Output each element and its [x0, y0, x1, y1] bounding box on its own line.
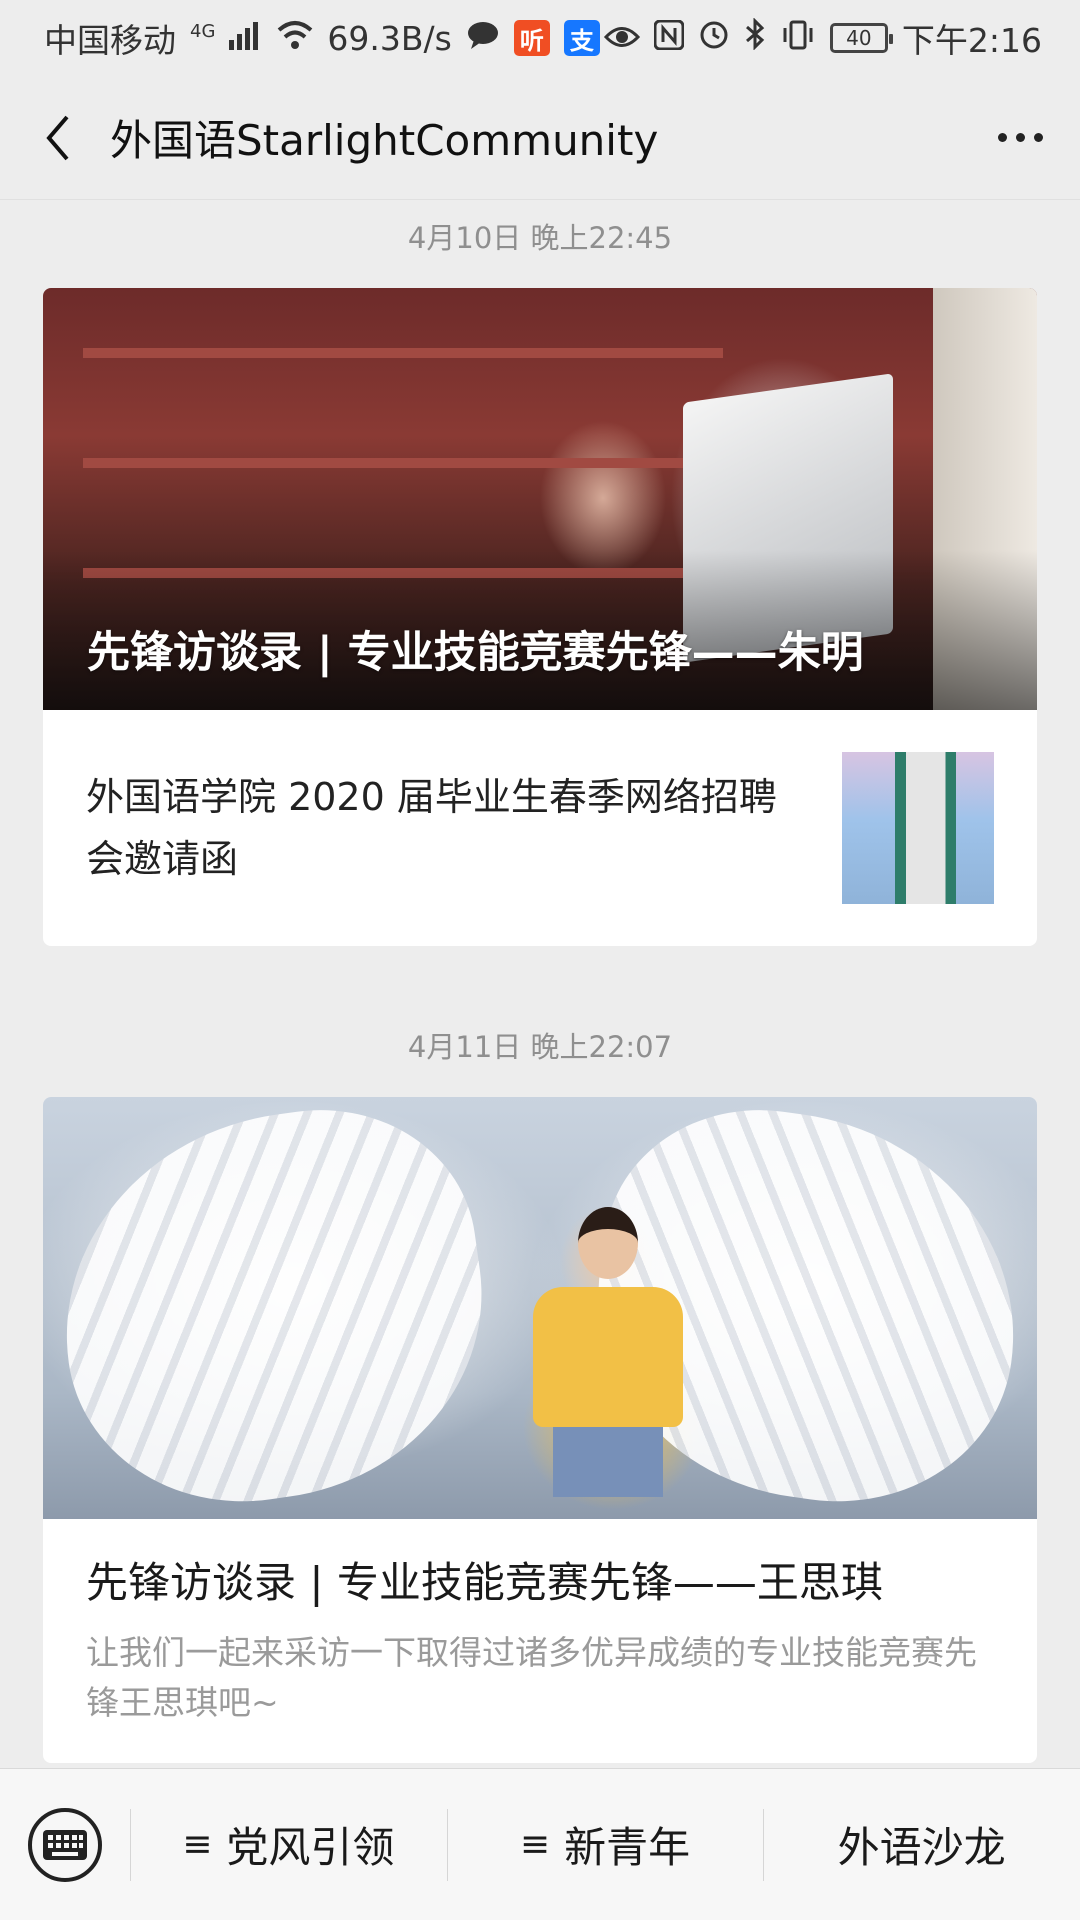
menu-item-foreign-salon[interactable]: 外语沙龙 — [763, 1769, 1080, 1920]
article-card-single[interactable]: 先锋访谈录 | 专业技能竞赛先锋——王思琪 让我们一起来采访一下取得过诸多优异成… — [43, 1097, 1037, 1763]
nfc-icon — [653, 19, 685, 58]
keyboard-icon — [28, 1807, 102, 1882]
more-options-icon[interactable] — [990, 108, 1050, 168]
network-speed-label: 69.3B/s — [327, 18, 452, 58]
wifi-icon — [277, 19, 313, 58]
message-timestamp: 4月10日 晚上22:45 — [407, 221, 673, 255]
menu-item-new-youth[interactable]: ≡ 新青年 — [446, 1769, 764, 1920]
chat-bubble-icon — [466, 19, 500, 58]
eye-icon — [603, 19, 640, 58]
keyboard-toggle-button[interactable] — [0, 1769, 130, 1920]
message-timestamp: 4月11日 晚上22:07 — [407, 1030, 673, 1064]
alarm-icon — [698, 18, 730, 58]
nav-bar: 外国语StarlightCommunity — [0, 76, 1080, 200]
article-title: 先锋访谈录 | 专业技能竞赛先锋——王思琪 — [86, 1558, 883, 1607]
app-badge-alipay-icon: 支 — [563, 20, 600, 56]
menu-item-label: 党风引领 — [226, 1823, 395, 1872]
article-cover-image[interactable]: 先锋访谈录 | 专业技能竞赛先锋——朱明 — [43, 288, 1037, 710]
menu-item-party-style[interactable]: ≡ 党风引领 — [130, 1769, 447, 1920]
status-right: 40 下午2:16 — [603, 14, 1042, 62]
menu-item-label: 新青年 — [564, 1823, 691, 1872]
carrier-label: 中国移动 — [44, 21, 176, 60]
article-sub-item[interactable]: 外国语学院 2020 届毕业生春季网络招聘会邀请函 — [43, 710, 1037, 946]
app-badge-listen-icon: 听 — [513, 20, 550, 56]
clock-label: 下午2:16 — [901, 21, 1042, 60]
article-sub-item-title: 外国语学院 2020 届毕业生春季网络招聘会邀请函 — [86, 775, 777, 881]
article-description: 让我们一起来采访一下取得过诸多优异成绩的专业技能竞赛先锋王思琪吧~ — [86, 1633, 977, 1722]
article-cover-title: 先锋访谈录 | 专业技能竞赛先锋——朱明 — [87, 628, 864, 678]
article-card-multi: 先锋访谈录 | 专业技能竞赛先锋——朱明 外国语学院 2020 届毕业生春季网络… — [43, 288, 1037, 946]
status-left: 中国移动 4G 69.3B/s 听 支 — [44, 14, 600, 62]
article-thumbnail-image — [842, 752, 994, 904]
menu-list-icon: ≡ — [182, 1824, 213, 1865]
status-bar: 中国移动 4G 69.3B/s 听 支 40 下午2:16 — [0, 0, 1080, 76]
back-arrow-icon[interactable] — [36, 108, 80, 168]
signal-icon — [229, 19, 263, 58]
bluetooth-icon — [744, 17, 766, 58]
bottom-menu-bar: ≡ 党风引领 ≡ 新青年 外语沙龙 — [0, 1768, 1080, 1920]
network-type-label: 4G — [190, 20, 216, 42]
battery-icon: 40 — [829, 23, 893, 53]
menu-list-icon: ≡ — [519, 1824, 551, 1865]
menu-item-label: 外语沙龙 — [837, 1823, 1006, 1872]
article-cover-image — [43, 1097, 1037, 1519]
page-title: 外国语StarlightCommunity — [110, 116, 659, 165]
vibrate-icon — [780, 19, 816, 58]
